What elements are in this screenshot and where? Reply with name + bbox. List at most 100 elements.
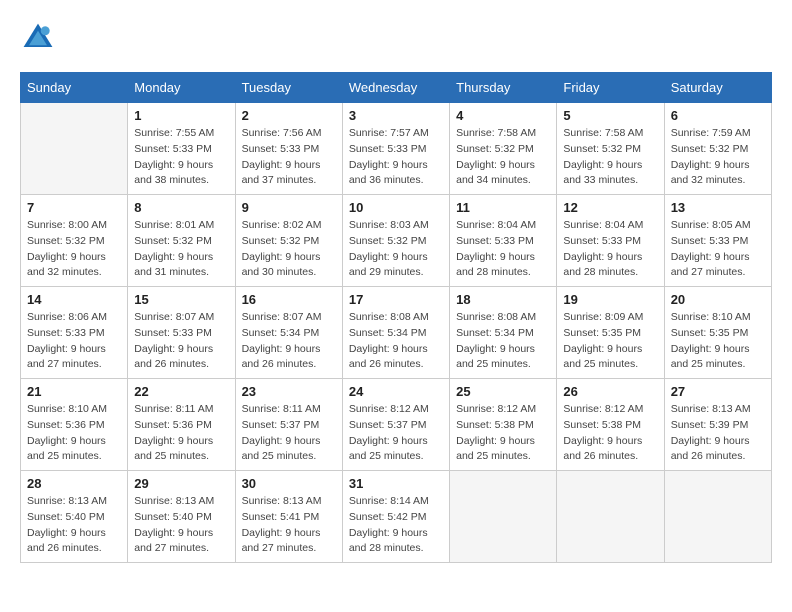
day-info: Sunrise: 8:03 AMSunset: 5:32 PMDaylight:… (349, 218, 443, 281)
day-info: Sunrise: 8:08 AMSunset: 5:34 PMDaylight:… (456, 310, 550, 373)
day-number: 20 (671, 292, 765, 307)
day-info: Sunrise: 8:12 AMSunset: 5:38 PMDaylight:… (563, 402, 657, 465)
day-header-friday: Friday (557, 73, 664, 103)
calendar-cell (664, 471, 771, 563)
day-info: Sunrise: 8:02 AMSunset: 5:32 PMDaylight:… (242, 218, 336, 281)
day-number: 19 (563, 292, 657, 307)
day-number: 9 (242, 200, 336, 215)
day-number: 1 (134, 108, 228, 123)
calendar-cell: 3 Sunrise: 7:57 AMSunset: 5:33 PMDaylight… (342, 103, 449, 195)
calendar-cell: 1 Sunrise: 7:55 AMSunset: 5:33 PMDaylight… (128, 103, 235, 195)
day-info: Sunrise: 7:55 AMSunset: 5:33 PMDaylight:… (134, 126, 228, 189)
calendar-cell: 18 Sunrise: 8:08 AMSunset: 5:34 PMDayligh… (450, 287, 557, 379)
day-number: 22 (134, 384, 228, 399)
day-number: 27 (671, 384, 765, 399)
day-info: Sunrise: 8:10 AMSunset: 5:35 PMDaylight:… (671, 310, 765, 373)
calendar-cell: 17 Sunrise: 8:08 AMSunset: 5:34 PMDayligh… (342, 287, 449, 379)
day-number: 30 (242, 476, 336, 491)
days-header-row: SundayMondayTuesdayWednesdayThursdayFrid… (21, 73, 772, 103)
day-info: Sunrise: 8:08 AMSunset: 5:34 PMDaylight:… (349, 310, 443, 373)
calendar-cell: 6Sunrise: 7:59 AMSunset: 5:32 PMDaylight… (664, 103, 771, 195)
calendar-cell: 29Sunrise: 8:13 AMSunset: 5:40 PMDayligh… (128, 471, 235, 563)
calendar: SundayMondayTuesdayWednesdayThursdayFrid… (20, 72, 772, 563)
calendar-cell: 30 Sunrise: 8:13 AMSunset: 5:41 PMDayligh… (235, 471, 342, 563)
calendar-cell (450, 471, 557, 563)
calendar-cell: 23 Sunrise: 8:11 AMSunset: 5:37 PMDayligh… (235, 379, 342, 471)
calendar-cell: 11 Sunrise: 8:04 AMSunset: 5:33 PMDayligh… (450, 195, 557, 287)
calendar-cell: 26Sunrise: 8:12 AMSunset: 5:38 PMDayligh… (557, 379, 664, 471)
day-info: Sunrise: 7:58 AMSunset: 5:32 PMDaylight:… (456, 126, 550, 189)
calendar-cell: 16 Sunrise: 8:07 AMSunset: 5:34 PMDayligh… (235, 287, 342, 379)
logo (20, 20, 62, 56)
calendar-cell: 22 Sunrise: 8:11 AMSunset: 5:36 PMDayligh… (128, 379, 235, 471)
day-header-sunday: Sunday (21, 73, 128, 103)
calendar-cell: 21 Sunrise: 8:10 AMSunset: 5:36 PMDayligh… (21, 379, 128, 471)
day-number: 8 (134, 200, 228, 215)
day-number: 17 (349, 292, 443, 307)
calendar-cell: 9 Sunrise: 8:02 AMSunset: 5:32 PMDaylight… (235, 195, 342, 287)
day-number: 29 (134, 476, 228, 491)
day-header-wednesday: Wednesday (342, 73, 449, 103)
calendar-cell: 19 Sunrise: 8:09 AMSunset: 5:35 PMDayligh… (557, 287, 664, 379)
calendar-cell: 5Sunrise: 7:58 AMSunset: 5:32 PMDaylight… (557, 103, 664, 195)
day-header-saturday: Saturday (664, 73, 771, 103)
day-header-thursday: Thursday (450, 73, 557, 103)
logo-icon (20, 20, 56, 56)
page-header (20, 20, 772, 56)
week-row-2: 7Sunrise: 8:00 AMSunset: 5:32 PMDaylight… (21, 195, 772, 287)
day-info: Sunrise: 8:04 AMSunset: 5:33 PMDaylight:… (563, 218, 657, 281)
calendar-cell: 8 Sunrise: 8:01 AMSunset: 5:32 PMDaylight… (128, 195, 235, 287)
day-number: 11 (456, 200, 550, 215)
day-info: Sunrise: 8:13 AMSunset: 5:41 PMDaylight:… (242, 494, 336, 557)
day-info: Sunrise: 8:09 AMSunset: 5:35 PMDaylight:… (563, 310, 657, 373)
day-number: 3 (349, 108, 443, 123)
day-number: 28 (27, 476, 121, 491)
day-info: Sunrise: 8:12 AMSunset: 5:38 PMDaylight:… (456, 402, 550, 465)
day-number: 5 (563, 108, 657, 123)
day-info: Sunrise: 8:10 AMSunset: 5:36 PMDaylight:… (27, 402, 121, 465)
week-row-1: 1 Sunrise: 7:55 AMSunset: 5:33 PMDaylight… (21, 103, 772, 195)
week-row-5: 28Sunrise: 8:13 AMSunset: 5:40 PMDayligh… (21, 471, 772, 563)
day-info: Sunrise: 8:14 AMSunset: 5:42 PMDaylight:… (349, 494, 443, 557)
calendar-cell: 28Sunrise: 8:13 AMSunset: 5:40 PMDayligh… (21, 471, 128, 563)
day-number: 31 (349, 476, 443, 491)
day-info: Sunrise: 8:13 AMSunset: 5:39 PMDaylight:… (671, 402, 765, 465)
day-number: 16 (242, 292, 336, 307)
day-number: 25 (456, 384, 550, 399)
calendar-cell: 27 Sunrise: 8:13 AMSunset: 5:39 PMDayligh… (664, 379, 771, 471)
day-info: Sunrise: 7:59 AMSunset: 5:32 PMDaylight:… (671, 126, 765, 189)
day-info: Sunrise: 8:11 AMSunset: 5:37 PMDaylight:… (242, 402, 336, 465)
day-info: Sunrise: 7:57 AMSunset: 5:33 PMDaylight:… (349, 126, 443, 189)
day-info: Sunrise: 8:00 AMSunset: 5:32 PMDaylight:… (27, 218, 121, 281)
day-info: Sunrise: 8:11 AMSunset: 5:36 PMDaylight:… (134, 402, 228, 465)
calendar-cell: 24Sunrise: 8:12 AMSunset: 5:37 PMDayligh… (342, 379, 449, 471)
calendar-cell: 10 Sunrise: 8:03 AMSunset: 5:32 PMDayligh… (342, 195, 449, 287)
day-number: 14 (27, 292, 121, 307)
calendar-cell (21, 103, 128, 195)
day-number: 13 (671, 200, 765, 215)
day-number: 4 (456, 108, 550, 123)
calendar-cell: 25 Sunrise: 8:12 AMSunset: 5:38 PMDayligh… (450, 379, 557, 471)
calendar-cell: 4 Sunrise: 7:58 AMSunset: 5:32 PMDaylight… (450, 103, 557, 195)
calendar-cell: 15 Sunrise: 8:07 AMSunset: 5:33 PMDayligh… (128, 287, 235, 379)
week-row-4: 21 Sunrise: 8:10 AMSunset: 5:36 PMDayligh… (21, 379, 772, 471)
day-number: 2 (242, 108, 336, 123)
calendar-cell: 20 Sunrise: 8:10 AMSunset: 5:35 PMDayligh… (664, 287, 771, 379)
calendar-cell: 31 Sunrise: 8:14 AMSunset: 5:42 PMDayligh… (342, 471, 449, 563)
calendar-cell: 14 Sunrise: 8:06 AMSunset: 5:33 PMDayligh… (21, 287, 128, 379)
day-number: 18 (456, 292, 550, 307)
day-info: Sunrise: 8:07 AMSunset: 5:33 PMDaylight:… (134, 310, 228, 373)
calendar-cell: 12 Sunrise: 8:04 AMSunset: 5:33 PMDayligh… (557, 195, 664, 287)
day-number: 12 (563, 200, 657, 215)
day-info: Sunrise: 8:01 AMSunset: 5:32 PMDaylight:… (134, 218, 228, 281)
day-info: Sunrise: 8:04 AMSunset: 5:33 PMDaylight:… (456, 218, 550, 281)
day-number: 10 (349, 200, 443, 215)
day-info: Sunrise: 7:56 AMSunset: 5:33 PMDaylight:… (242, 126, 336, 189)
day-header-monday: Monday (128, 73, 235, 103)
day-info: Sunrise: 8:07 AMSunset: 5:34 PMDaylight:… (242, 310, 336, 373)
day-info: Sunrise: 8:06 AMSunset: 5:33 PMDaylight:… (27, 310, 121, 373)
day-number: 15 (134, 292, 228, 307)
day-number: 21 (27, 384, 121, 399)
day-number: 24 (349, 384, 443, 399)
day-number: 23 (242, 384, 336, 399)
